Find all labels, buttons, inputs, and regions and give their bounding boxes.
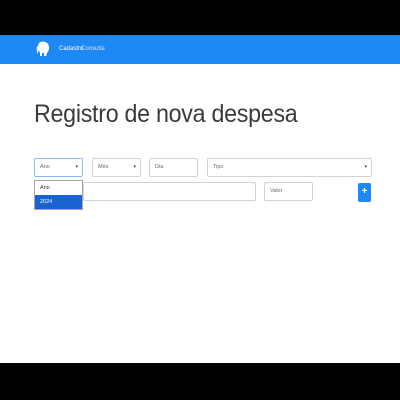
dia-input[interactable]: Dia	[149, 158, 198, 177]
nav-link-cadastro[interactable]: Cadastro	[59, 45, 83, 53]
navbar: Cadastro Consulta	[0, 35, 400, 64]
ano-option[interactable]: Ano	[35, 181, 82, 195]
add-button[interactable]: +	[358, 183, 371, 202]
page-title: Registro de nova despesa	[34, 100, 298, 128]
chevron-down-icon: ▾	[133, 164, 136, 170]
tipo-select[interactable]: Tipo ▾	[207, 158, 372, 177]
tipo-select-value: Tipo	[213, 164, 224, 170]
descricao-input[interactable]	[83, 182, 256, 201]
ano-option-selected[interactable]: 2024	[35, 195, 82, 209]
valor-input[interactable]: Valor	[264, 182, 313, 201]
nav-link-consulta[interactable]: Consulta	[81, 45, 105, 53]
ano-select[interactable]: Ano ▾	[34, 158, 83, 177]
ano-select-value: Ano	[40, 164, 50, 170]
ano-dropdown-list: Ano 2024	[34, 180, 83, 210]
chevron-down-icon: ▾	[364, 164, 367, 170]
dia-input-placeholder: Dia	[155, 164, 164, 170]
elephant-logo-icon[interactable]	[36, 41, 50, 57]
chevron-down-icon: ▾	[75, 164, 78, 170]
mes-select[interactable]: Mês ▾	[92, 158, 141, 177]
valor-input-placeholder: Valor	[270, 188, 283, 194]
mes-select-value: Mês	[98, 164, 109, 170]
